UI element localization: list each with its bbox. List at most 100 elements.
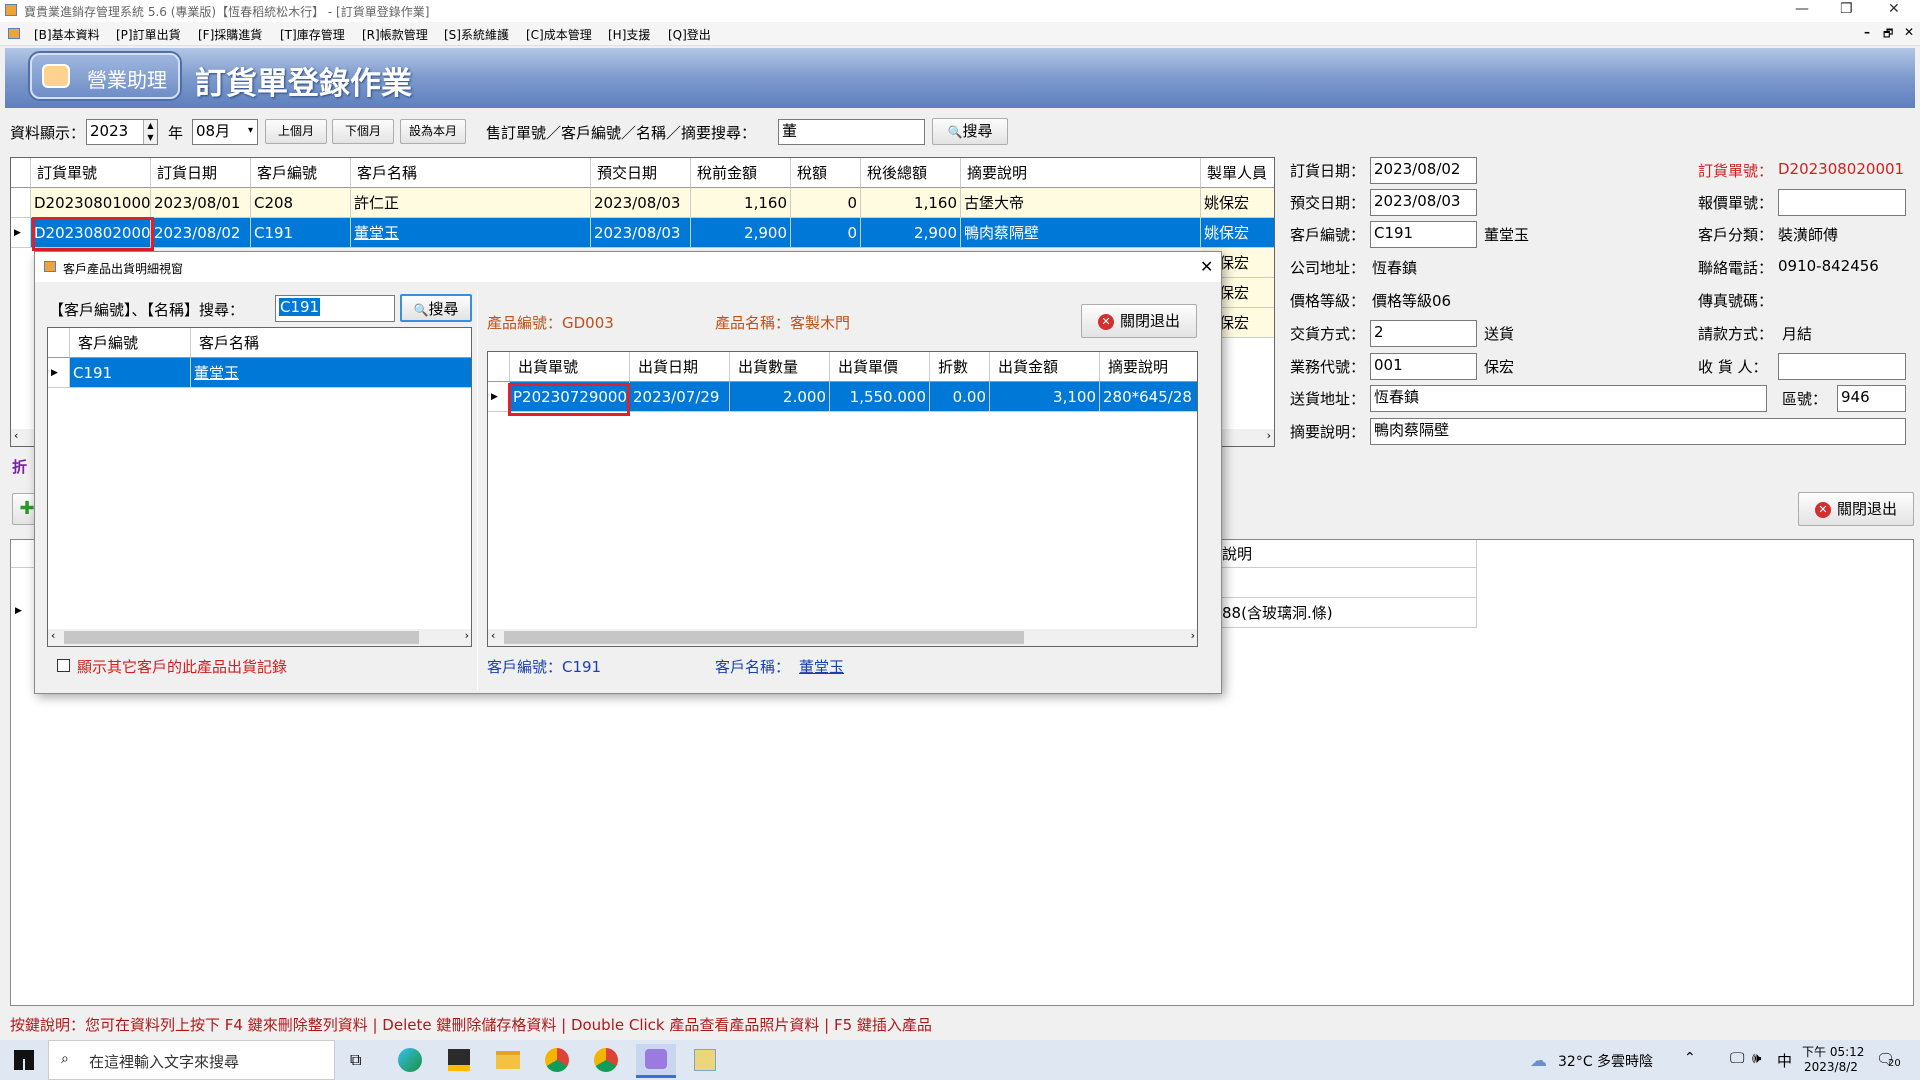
search-input[interactable]: 董 [778, 119, 925, 145]
cell-order-date[interactable]: 2023/08/02 [151, 218, 251, 248]
prev-month-button[interactable]: 上個月 [265, 119, 327, 144]
cell-customer-id[interactable]: C208 [251, 188, 351, 218]
scroll-thumb[interactable] [64, 631, 419, 644]
dialog-customer-grid[interactable]: 客戶編號 客戶名稱 ▶ C191 董堂玉 ‹ › [47, 327, 472, 647]
col-header-ship-memo[interactable]: 摘要說明 [1100, 352, 1197, 382]
close-window-button[interactable]: ✕ [1888, 1, 1900, 17]
cell-total[interactable]: 1,160 [861, 188, 961, 218]
scroll-right-icon[interactable]: › [1267, 429, 1271, 442]
task-view-icon[interactable]: ⧉ [350, 1050, 361, 1070]
col-header-discount[interactable]: 折數 [930, 352, 990, 382]
col-header-ship-price[interactable]: 出貨單價 [830, 352, 930, 382]
receiver-field[interactable] [1778, 353, 1906, 380]
cell-ship-memo[interactable]: 280*645/28 [1100, 382, 1197, 412]
sales-code-field[interactable]: 001 [1370, 353, 1477, 380]
memo-field[interactable]: 鴨肉蔡隔壁 [1370, 418, 1906, 445]
tray-chevron-icon[interactable]: ⌃ [1684, 1050, 1696, 1066]
windows-start-icon[interactable] [14, 1050, 34, 1070]
cell-maker[interactable]: 姚保宏 [1201, 188, 1274, 218]
mdi-minimize-button[interactable]: – [1864, 25, 1870, 39]
cell-cust-id[interactable]: C191 [70, 358, 191, 388]
col-header-ship-qty[interactable]: 出貨數量 [730, 352, 830, 382]
menu-logout[interactable]: [Q]登出 [668, 26, 711, 43]
cell-ship-qty[interactable]: 2.000 [730, 382, 830, 412]
show-others-label[interactable]: 顯示其它客戶的此產品出貨記錄 [77, 656, 287, 677]
cell-tax[interactable]: 0 [791, 218, 861, 248]
col-header-ship-date[interactable]: 出貨日期 [630, 352, 730, 382]
cell-order-no[interactable]: D202308010001 [31, 188, 151, 218]
erp-app-icon[interactable] [645, 1049, 667, 1069]
scroll-thumb[interactable] [504, 631, 1024, 644]
cell-customer-name[interactable]: 董堂玉 [351, 218, 591, 248]
cell-pretax[interactable]: 2,900 [691, 218, 791, 248]
col-header-due-date[interactable]: 預交日期 [591, 158, 691, 188]
cell-memo[interactable]: 古堡大帝 [961, 188, 1201, 218]
lines-col-header-memo[interactable]: 說明 [1219, 540, 1477, 568]
dialog-search-input[interactable]: C191 [275, 295, 395, 322]
taskbar-search-box[interactable]: ⌕ 在這裡輸入文字來搜尋 [48, 1040, 335, 1080]
cell-tax[interactable]: 0 [791, 188, 861, 218]
col-header-cust-name[interactable]: 客戶名稱 [191, 328, 471, 358]
dialog-cust-h-scrollbar[interactable]: ‹ › [48, 629, 471, 646]
scroll-right-icon[interactable]: › [1191, 629, 1195, 642]
menu-system[interactable]: [S]系統維護 [444, 26, 509, 43]
menu-inventory[interactable]: [T]庫存管理 [280, 26, 345, 43]
cell-memo[interactable]: 鴨肉蔡隔壁 [961, 218, 1201, 248]
customer-id-field[interactable]: C191 [1370, 221, 1477, 248]
month-select[interactable]: 08月 ▾ [192, 119, 258, 145]
minimize-button[interactable]: — [1795, 1, 1809, 17]
menu-accounts[interactable]: [R]帳款管理 [362, 26, 428, 43]
cell-pretax[interactable]: 1,160 [691, 188, 791, 218]
col-header-customer-name[interactable]: 客戶名稱 [351, 158, 591, 188]
main-close-button[interactable]: ✕ 關閉退出 [1798, 492, 1914, 526]
weather-text[interactable]: 32°C 多雲時陰 [1558, 1051, 1653, 1071]
network-icon[interactable]: 🖵 [1730, 1049, 1744, 1067]
volume-icon[interactable]: 🕪 [1752, 1049, 1761, 1067]
cell-ship-price[interactable]: 1,550.000 [830, 382, 930, 412]
ime-indicator[interactable]: 中 [1777, 1050, 1792, 1071]
ship-addr-field[interactable]: 恆春鎮 [1370, 385, 1767, 412]
dialog-search-button[interactable]: 🔍搜尋 [400, 294, 472, 322]
col-header-customer-id[interactable]: 客戶編號 [251, 158, 351, 188]
cell-due-date[interactable]: 2023/08/03 [591, 188, 691, 218]
lines-row-blank[interactable] [1219, 568, 1477, 598]
row-header[interactable]: ▶ [488, 382, 510, 412]
clock-date[interactable]: 2023/8/2 [1804, 1060, 1858, 1074]
cell-maker[interactable]: 姚保宏 [1201, 218, 1274, 248]
col-header-tax[interactable]: 稅額 [791, 158, 861, 188]
col-header-pretax[interactable]: 稅前金額 [691, 158, 791, 188]
weather-icon[interactable]: ☁ [1530, 1051, 1547, 1071]
col-header-maker[interactable]: 製單人員 [1201, 158, 1274, 188]
scroll-left-icon[interactable]: ‹ [51, 629, 55, 642]
cell-ship-amount[interactable]: 3,100 [990, 382, 1100, 412]
col-header-order-date[interactable]: 訂貨日期 [151, 158, 251, 188]
show-others-checkbox[interactable] [57, 659, 70, 672]
archive-app-icon[interactable] [694, 1049, 716, 1071]
col-header-memo[interactable]: 摘要說明 [961, 158, 1201, 188]
dialog-close-icon[interactable]: ✕ [1200, 257, 1213, 276]
due-date-field[interactable]: 2023/08/03 [1370, 189, 1477, 216]
row-header[interactable]: ▶ [11, 218, 31, 248]
row-header[interactable]: ▶ [48, 358, 70, 388]
search-button[interactable]: 🔍搜尋 [932, 118, 1008, 145]
scroll-left-icon[interactable]: ‹ [491, 629, 495, 642]
lines-cell-memo[interactable]: 88(含玻璃洞.條) [1219, 598, 1477, 628]
scroll-right-icon[interactable]: › [465, 629, 469, 642]
scroll-left-icon[interactable]: ‹ [14, 429, 18, 442]
chrome-icon[interactable] [545, 1048, 569, 1072]
cell-ship-date[interactable]: 2023/07/29 [630, 382, 730, 412]
cell-order-date[interactable]: 2023/08/01 [151, 188, 251, 218]
dialog-ship-h-scrollbar[interactable]: ‹ › [488, 629, 1197, 646]
mdi-close-button[interactable]: ✕ [1904, 25, 1914, 39]
dialog-close-button[interactable]: ✕ 關閉退出 [1081, 304, 1197, 338]
set-current-month-button[interactable]: 設為本月 [400, 119, 466, 144]
col-header-total[interactable]: 稅後總額 [861, 158, 961, 188]
menu-basic-data[interactable]: [B]基本資料 [34, 26, 100, 43]
chrome-profile-icon[interactable] [594, 1048, 618, 1072]
menu-purchasing[interactable]: [F]採購進貨 [198, 26, 262, 43]
menu-cost[interactable]: [C]成本管理 [526, 26, 592, 43]
cell-due-date[interactable]: 2023/08/03 [591, 218, 691, 248]
cell-total[interactable]: 2,900 [861, 218, 961, 248]
quote-no-field[interactable] [1778, 189, 1906, 216]
col-header-order-no[interactable]: 訂貨單號 [31, 158, 151, 188]
